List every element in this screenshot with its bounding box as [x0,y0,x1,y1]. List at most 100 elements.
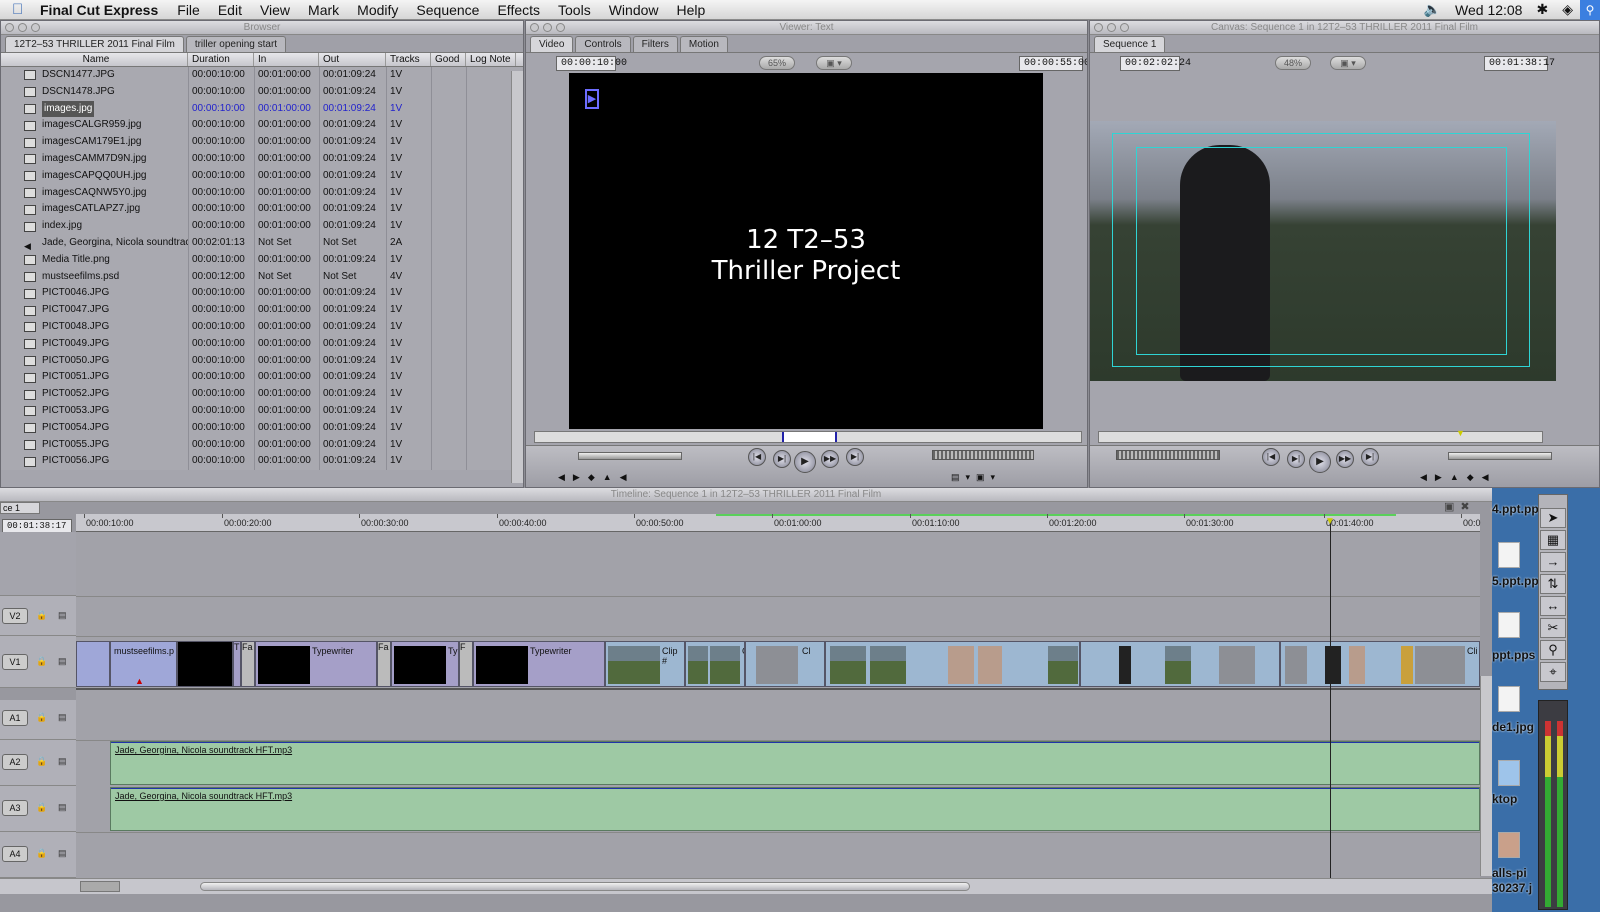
col-out[interactable]: Out [319,53,386,66]
viewer-zoom[interactable]: 65% [759,56,795,70]
v1-clip-ty[interactable]: Ty [391,641,459,687]
browser-scrollbar[interactable] [511,71,523,483]
clip-row[interactable]: index.jpg 00:00:10:00 00:01:00:00 00:01:09:… [1,218,523,235]
col-log-note[interactable]: Log Note [466,53,516,66]
tab-video[interactable]: Video [530,36,574,52]
clip-row[interactable]: imagesCATLAPZ7.jpg 00:00:10:00 00:01:00:00… [1,201,523,219]
track-a2-label[interactable]: A2 [2,754,28,770]
v1-clip-group-1[interactable] [825,641,1080,687]
canvas-playhead[interactable]: ▼ [1456,428,1465,438]
v1-transition-fa[interactable]: Fa [241,641,255,687]
menu-mark[interactable]: Mark [299,0,348,20]
zoom-tool-icon[interactable]: ⚲ [1540,640,1566,660]
clip-row[interactable]: PICT0048.JPG 00:00:10:00 00:01:00:00 00:01:… [1,318,523,336]
play-around-button[interactable]: ▶▶ [821,450,839,468]
clip-row[interactable]: PICT0053.JPG 00:00:10:00 00:01:00:00 00:01:… [1,402,523,420]
canvas-screen[interactable] [1090,121,1556,381]
clip-row[interactable]: images.jpg 00:00:10:00 00:01:00:00 00:01:09… [1,100,523,118]
playhead-marker-icon[interactable]: ▼ [1325,516,1335,527]
target-icon[interactable]: ▤ [58,656,67,667]
v1-clip-mustsee[interactable]: mustseefilms.p ▲ [110,641,177,687]
selection-tool-icon[interactable]: ➤ [1540,508,1566,528]
document-icon[interactable] [1498,686,1520,712]
canvas-scrubber[interactable]: ▼ [1098,428,1543,443]
target-icon[interactable]: ▤ [58,802,67,813]
menu-sequence[interactable]: Sequence [407,0,488,20]
go-to-in-button[interactable]: |◀ [748,448,766,466]
lock-icon[interactable]: 🔒 [36,756,47,767]
timeline-sequence-tab[interactable]: ce 1 [0,502,40,514]
minimize-button[interactable] [543,23,552,32]
col-tracks[interactable]: Tracks [386,53,431,66]
clip-row[interactable]: PICT0049.JPG 00:00:10:00 00:01:00:00 00:01:… [1,335,523,353]
timeline-hscroll[interactable] [0,878,1492,894]
canvas-play-button[interactable]: ▶ [1309,451,1331,473]
track-v1-label[interactable]: V1 [2,654,28,670]
clip-row[interactable]: PICT0056.JPG 00:00:10:00 00:01:00:00 00:01:… [1,453,523,471]
viewer-duration[interactable]: 00:00:10:00 [556,56,627,71]
clip-row[interactable]: imagesCAM179E1.jpg 00:00:10:00 00:01:00:00… [1,134,523,151]
col-good[interactable]: Good [431,53,466,66]
a3-audio-clip[interactable]: Jade, Georgina, Nicola soundtrack HFT.mp… [110,787,1480,831]
clip-row[interactable]: ◀ Jade, Georgina, Nicola soundtrack H00:0… [1,234,523,252]
viewer-current-time[interactable]: 00:00:55:00 [1019,56,1087,71]
canvas-view-options[interactable]: ▣ ▾ [1330,56,1366,70]
clip-row[interactable]: DSCN1477.JPG 00:00:10:00 00:01:00:00 00:01:… [1,67,523,84]
minimize-button[interactable] [1107,23,1116,32]
zoom-button[interactable] [1120,23,1129,32]
play-button[interactable]: ▶ [794,451,816,473]
menu-tools[interactable]: Tools [549,0,600,20]
desktop-item-1[interactable]: 4.ppt.pp [1492,502,1539,516]
v1-transition-f[interactable]: F [459,641,473,687]
canvas-zoom[interactable]: 48% [1275,56,1311,70]
tab-triller[interactable]: triller opening start [185,36,287,52]
clip-row[interactable]: PICT0051.JPG 00:00:10:00 00:01:00:00 00:01:… [1,369,523,387]
clip-row[interactable]: PICT0050.JPG 00:00:10:00 00:01:00:00 00:01:… [1,352,523,370]
menu-file[interactable]: File [168,0,209,20]
v1-clip-typewriter-2[interactable]: Typewriter [473,641,605,687]
v1-clip-photo-1[interactable]: Clip # [605,641,685,687]
menu-edit[interactable]: Edit [209,0,251,20]
slip-tool-icon[interactable]: ↔ [1540,596,1566,616]
app-menu[interactable]: Final Cut Express [34,0,168,20]
lock-icon[interactable]: 🔒 [36,656,47,667]
tab-filters[interactable]: Filters [632,36,678,52]
viewer-view-options[interactable]: ▣ ▾ [816,56,852,70]
tab-sequence-1[interactable]: Sequence 1 [1094,36,1166,52]
zoom-button[interactable] [556,23,565,32]
hscroll-thumb[interactable] [200,882,970,891]
track-a1-label[interactable]: A1 [2,710,28,726]
col-name[interactable]: Name [1,53,188,66]
col-duration[interactable]: Duration [188,53,254,66]
clip-row[interactable]: PICT0055.JPG 00:00:10:00 00:01:00:00 00:01:… [1,436,523,454]
bluetooth-icon[interactable]: ✱ [1529,1,1555,18]
v1-clip-black[interactable] [177,641,233,687]
shuttle-slider[interactable] [578,452,682,460]
clip-row[interactable]: imagesCAQNW5Y0.jpg 00:00:10:00 00:01:00:00… [1,184,523,202]
close-button[interactable] [1094,23,1103,32]
canvas-play-around-button[interactable]: ▶▶ [1336,450,1354,468]
timeline-toggle-buttons[interactable]: ▣✖ [1444,500,1476,513]
timeline-playhead[interactable] [1330,520,1331,878]
desktop-item-6[interactable]: alls-pi [1492,866,1527,880]
desktop-item-4[interactable]: de1.jpg [1492,720,1534,734]
go-to-out-button[interactable]: ▶| [846,448,864,466]
canvas-play-in-out-button[interactable]: ▶| [1287,450,1305,468]
desktop-item-3[interactable]: ppt.pps [1492,648,1535,662]
close-button[interactable] [5,23,14,32]
track-a4-label[interactable]: A4 [2,846,28,862]
canvas-duration[interactable]: 00:02:02:24 [1120,56,1191,71]
clip-row[interactable]: Media Title.png 00:00:10:00 00:01:00:00 00:… [1,251,523,269]
spotlight-icon[interactable]: ⚲ [1580,0,1600,20]
target-icon[interactable]: ▤ [58,848,67,859]
zoom-slider[interactable] [80,881,120,892]
viewer-scrubber[interactable] [534,431,1082,443]
lock-icon[interactable]: 🔒 [36,802,47,813]
document-icon[interactable] [1498,612,1520,638]
viewer-screen[interactable]: ▶ 12 T2–53 Thriller Project [569,73,1043,429]
v1-clip-photo-2[interactable]: C [685,641,745,687]
edit-select-tool-icon[interactable]: ▦ [1540,530,1566,550]
razor-tool-icon[interactable]: ✂ [1540,618,1566,638]
v1-clip-t[interactable]: T [233,641,241,687]
tab-motion[interactable]: Motion [679,36,728,52]
